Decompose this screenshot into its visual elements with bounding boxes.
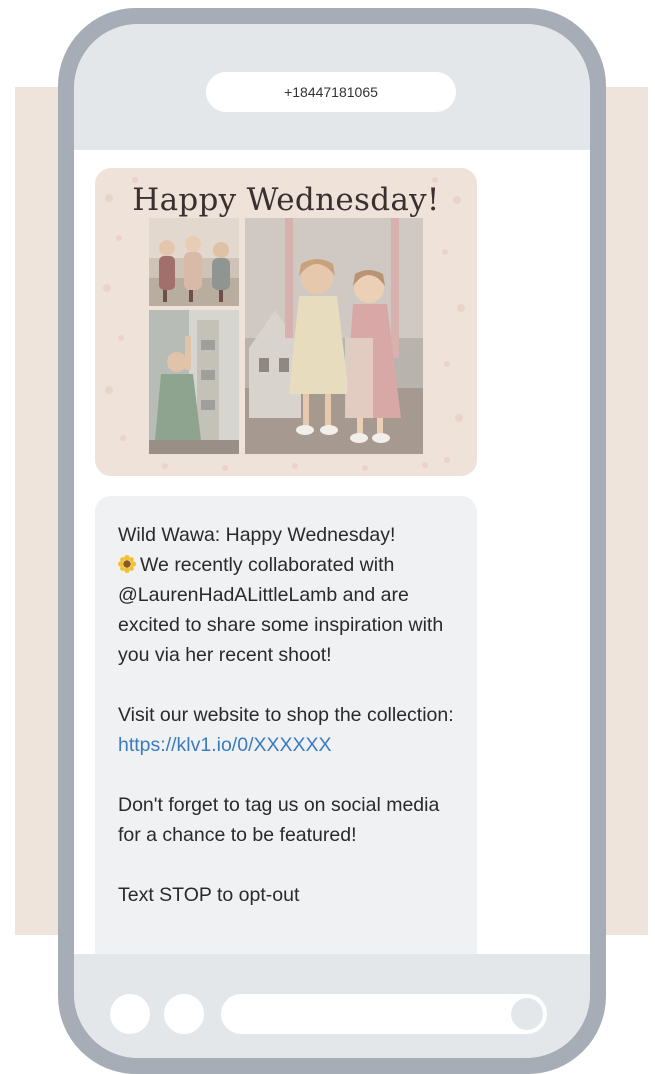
attachment-button[interactable] (164, 994, 204, 1034)
phone-frame: +18447181065 Happy Wednesday! Wild Wawa:… (58, 8, 606, 1074)
photo-three-girls (149, 218, 239, 306)
message-bubble[interactable]: Wild Wawa: Happy Wednesday! We recently … (95, 496, 477, 954)
message-body: Wild Wawa: Happy Wednesday! We recently … (118, 520, 463, 910)
shop-text: Visit our website to shop the collection… (118, 704, 454, 726)
message-thread[interactable]: Happy Wednesday! Wild Wawa: Happy Wednes… (74, 150, 590, 954)
compose-bar (74, 954, 590, 1058)
message-line-2: We recently collaborated with @LaurenHad… (118, 554, 444, 666)
message-line-1: Wild Wawa: Happy Wednesday! (118, 524, 396, 546)
social-text: Don't forget to tag us on social media f… (118, 794, 440, 846)
sender-number[interactable]: +18447181065 (206, 72, 456, 112)
mms-title: Happy Wednesday! (132, 182, 440, 218)
shop-link[interactable]: https://klv1.io/0/XXXXXX (118, 734, 332, 756)
phone-screen: +18447181065 Happy Wednesday! Wild Wawa:… (74, 24, 590, 1058)
message-input[interactable] (221, 994, 547, 1034)
camera-button[interactable] (110, 994, 150, 1034)
photo-girl-with-dollhouse (149, 310, 239, 454)
conversation-header: +18447181065 (74, 24, 590, 150)
mms-image[interactable]: Happy Wednesday! (95, 168, 477, 476)
send-button[interactable] (511, 998, 543, 1030)
photo-two-girls-on-swing (245, 218, 423, 454)
sunflower-icon (118, 555, 136, 573)
optout-text: Text STOP to opt-out (118, 884, 300, 906)
